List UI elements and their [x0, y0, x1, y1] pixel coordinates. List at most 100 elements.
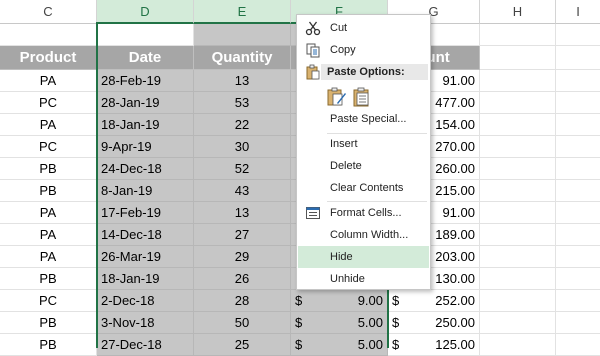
- cell-product[interactable]: PA: [0, 202, 97, 224]
- cell[interactable]: [480, 224, 556, 246]
- menu-item-copy[interactable]: Copy: [298, 39, 429, 61]
- cell-quantity[interactable]: 22: [194, 114, 291, 136]
- cell-product[interactable]: PC: [0, 290, 97, 312]
- cell[interactable]: [480, 158, 556, 180]
- column-header-d[interactable]: D: [97, 0, 194, 24]
- cell[interactable]: [556, 114, 600, 136]
- cell-amount[interactable]: $252.00: [388, 290, 480, 312]
- cell[interactable]: [556, 268, 600, 290]
- cell-product[interactable]: PA: [0, 246, 97, 268]
- menu-item-column-width[interactable]: Column Width...: [298, 224, 429, 246]
- menu-item-format-cells[interactable]: Format Cells...: [298, 202, 429, 224]
- cell[interactable]: [556, 246, 600, 268]
- cell-date[interactable]: 26-Mar-19: [97, 246, 194, 268]
- menu-item-unhide[interactable]: Unhide: [298, 268, 429, 290]
- cell[interactable]: [556, 224, 600, 246]
- cell-amount[interactable]: $250.00: [388, 312, 480, 334]
- cell[interactable]: [480, 334, 556, 356]
- cell-quantity[interactable]: 28: [194, 290, 291, 312]
- cell-price[interactable]: $9.00: [291, 290, 388, 312]
- cell-date[interactable]: 18-Jan-19: [97, 114, 194, 136]
- menu-item-cut[interactable]: Cut: [298, 17, 429, 39]
- cell-date[interactable]: 9-Apr-19: [97, 136, 194, 158]
- menu-item-clear-contents[interactable]: Clear Contents: [298, 177, 429, 199]
- cell-date[interactable]: 24-Dec-18: [97, 158, 194, 180]
- cell[interactable]: [556, 70, 600, 92]
- cell[interactable]: [480, 290, 556, 312]
- scissors-icon: [305, 21, 321, 36]
- cell-quantity[interactable]: 29: [194, 246, 291, 268]
- header-product[interactable]: Product: [0, 46, 97, 70]
- cell-price[interactable]: $5.00: [291, 312, 388, 334]
- cell-quantity[interactable]: 13: [194, 70, 291, 92]
- cell-product[interactable]: PB: [0, 268, 97, 290]
- cell-quantity[interactable]: 50: [194, 312, 291, 334]
- cell[interactable]: [556, 24, 600, 46]
- cell-quantity[interactable]: 53: [194, 92, 291, 114]
- cell-date[interactable]: 2-Dec-18: [97, 290, 194, 312]
- paste-formatting-icon[interactable]: [325, 85, 347, 107]
- menu-item-delete[interactable]: Delete: [298, 155, 429, 177]
- cell[interactable]: [480, 202, 556, 224]
- cell[interactable]: [480, 114, 556, 136]
- cell[interactable]: [480, 136, 556, 158]
- amount-value: 154.00: [435, 117, 475, 132]
- cell-product[interactable]: PB: [0, 334, 97, 356]
- cell-date[interactable]: 3-Nov-18: [97, 312, 194, 334]
- cell[interactable]: [480, 46, 556, 70]
- cell-quantity[interactable]: 25: [194, 334, 291, 356]
- cell[interactable]: [0, 24, 97, 46]
- cell-product[interactable]: PB: [0, 158, 97, 180]
- cell-quantity[interactable]: 43: [194, 180, 291, 202]
- column-header-i[interactable]: I: [556, 0, 600, 24]
- cell[interactable]: [556, 312, 600, 334]
- cell[interactable]: [556, 46, 600, 70]
- cell-product[interactable]: PB: [0, 180, 97, 202]
- cell-product[interactable]: PC: [0, 136, 97, 158]
- menu-item-insert[interactable]: Insert: [298, 133, 429, 155]
- cell-date[interactable]: 18-Jan-19: [97, 268, 194, 290]
- cell-date[interactable]: 8-Jan-19: [97, 180, 194, 202]
- cell-product[interactable]: PB: [0, 312, 97, 334]
- cell[interactable]: [480, 246, 556, 268]
- cell-quantity[interactable]: 13: [194, 202, 291, 224]
- cell[interactable]: [480, 24, 556, 46]
- header-quantity[interactable]: Quantity: [194, 46, 291, 70]
- paste-icon[interactable]: [351, 85, 373, 107]
- cell-quantity[interactable]: 30: [194, 136, 291, 158]
- cell-date[interactable]: 28-Feb-19: [97, 70, 194, 92]
- cell-product[interactable]: PA: [0, 224, 97, 246]
- cell[interactable]: [480, 268, 556, 290]
- cell-date[interactable]: 17-Feb-19: [97, 202, 194, 224]
- cell[interactable]: [480, 180, 556, 202]
- cell[interactable]: [97, 24, 194, 46]
- cell-quantity[interactable]: 26: [194, 268, 291, 290]
- column-header-c[interactable]: C: [0, 0, 97, 24]
- cell-price[interactable]: $5.00: [291, 334, 388, 356]
- cell-date[interactable]: 27-Dec-18: [97, 334, 194, 356]
- cell-date[interactable]: 28-Jan-19: [97, 92, 194, 114]
- header-date[interactable]: Date: [97, 46, 194, 70]
- cell[interactable]: [556, 92, 600, 114]
- cell-product[interactable]: PA: [0, 70, 97, 92]
- cell-amount[interactable]: $125.00: [388, 334, 480, 356]
- cell-quantity[interactable]: 27: [194, 224, 291, 246]
- cell[interactable]: [556, 136, 600, 158]
- cell[interactable]: [556, 202, 600, 224]
- column-header-h[interactable]: H: [480, 0, 556, 24]
- column-header-e[interactable]: E: [194, 0, 291, 24]
- cell[interactable]: [556, 158, 600, 180]
- cell[interactable]: [480, 92, 556, 114]
- cell-product[interactable]: PA: [0, 114, 97, 136]
- cell-product[interactable]: PC: [0, 92, 97, 114]
- cell[interactable]: [480, 312, 556, 334]
- cell[interactable]: [194, 24, 291, 46]
- menu-item-hide[interactable]: Hide: [298, 246, 429, 268]
- cell[interactable]: [480, 70, 556, 92]
- cell[interactable]: [556, 334, 600, 356]
- menu-item-paste-special[interactable]: Paste Special...: [298, 108, 429, 130]
- cell[interactable]: [556, 290, 600, 312]
- cell[interactable]: [556, 180, 600, 202]
- cell-quantity[interactable]: 52: [194, 158, 291, 180]
- cell-date[interactable]: 14-Dec-18: [97, 224, 194, 246]
